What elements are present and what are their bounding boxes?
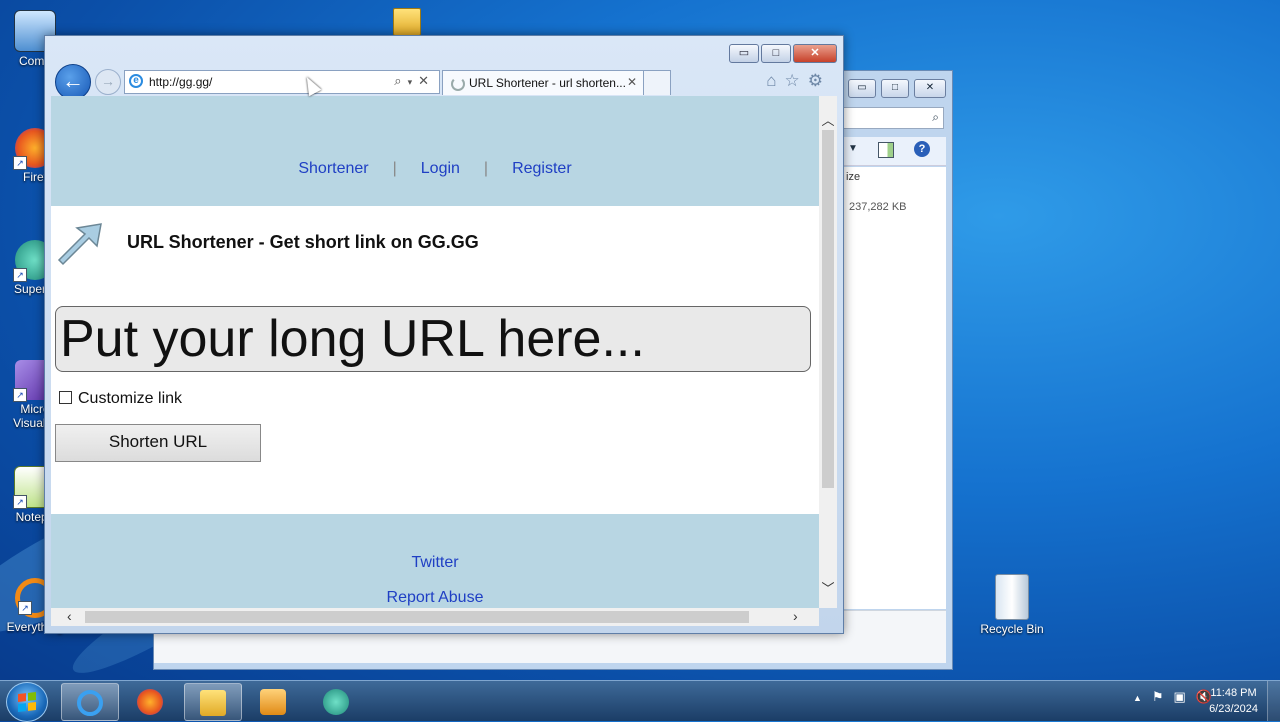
scroll-down-icon[interactable]: ﹀: [819, 578, 837, 597]
media-player-icon: [260, 689, 286, 715]
browser-tools: ⌂☆⚙: [766, 71, 831, 91]
page-title: URL Shortener - Get short link on GG.GG: [127, 232, 479, 252]
windows-logo-icon: [18, 692, 36, 712]
folder-icon[interactable]: [393, 8, 421, 36]
show-hidden-icons-icon[interactable]: ▲: [1133, 693, 1152, 703]
desktop-icon-label: Recycle Bin: [980, 622, 1044, 636]
nav-link-shortener[interactable]: Shortener: [298, 160, 368, 177]
file-size-value: 237,282 KB: [849, 201, 907, 213]
explorer-minimize-button[interactable]: ▭: [848, 79, 876, 98]
help-icon[interactable]: ?: [914, 141, 930, 157]
taskbar-explorer-button[interactable]: [184, 683, 242, 721]
taskbar-app-button[interactable]: [308, 683, 364, 719]
folder-icon: [200, 690, 226, 716]
chevron-down-icon[interactable]: ▾: [408, 77, 419, 87]
shortcut-arrow-icon: ↗: [13, 156, 27, 170]
explorer-maximize-button[interactable]: □: [881, 79, 909, 98]
arrow-left-icon: ←: [62, 68, 84, 93]
scroll-up-icon[interactable]: ︿: [819, 110, 837, 129]
preview-pane-icon[interactable]: [878, 142, 894, 158]
address-bar[interactable]: e http://gg.gg/ ⌕▾✕: [124, 70, 440, 94]
footer-link-twitter[interactable]: Twitter: [51, 554, 819, 572]
scroll-left-icon[interactable]: ‹: [67, 608, 72, 624]
show-desktop-button[interactable]: [1267, 681, 1280, 721]
new-tab-button[interactable]: [643, 70, 671, 95]
app-icon: [323, 689, 349, 715]
shortcut-arrow-icon: ↗: [13, 495, 27, 509]
customize-link-option[interactable]: Customize link: [59, 390, 182, 408]
ie-logo-icon: e: [129, 74, 143, 88]
taskbar: ▲⚑▣🔇 11:48 PM 6/23/2024: [0, 680, 1280, 722]
shortcut-arrow-icon: ↗: [13, 268, 27, 282]
taskbar-media-player-button[interactable]: [245, 683, 301, 719]
gear-icon[interactable]: ⚙: [808, 71, 831, 90]
favorites-star-icon[interactable]: ☆: [785, 71, 808, 90]
firefox-icon: [137, 689, 163, 715]
shorten-url-button[interactable]: Shorten URL: [55, 424, 261, 462]
footer-link-report-abuse[interactable]: Report Abuse: [51, 589, 819, 607]
explorer-search-box[interactable]: ⌕: [832, 107, 944, 129]
ie-window[interactable]: ▭ □ ✕ ← → e http://gg.gg/ ⌕▾✕ URL Shorte…: [44, 35, 844, 634]
explorer-close-button[interactable]: ✕: [914, 79, 946, 98]
arrow-right-icon: →: [101, 73, 115, 89]
taskbar-clock[interactable]: 11:48 PM 6/23/2024: [1209, 685, 1258, 717]
horizontal-scrollbar[interactable]: ‹ ›: [51, 608, 819, 626]
address-actions: ⌕▾✕: [394, 73, 435, 89]
loading-spinner-icon: [451, 77, 465, 91]
horizontal-scroll-thumb[interactable]: [85, 611, 749, 623]
minimize-button[interactable]: ▭: [729, 44, 759, 63]
chevron-down-icon[interactable]: ▼: [848, 143, 858, 154]
taskbar-firefox-button[interactable]: [122, 683, 178, 719]
nav-separator: |: [392, 160, 397, 177]
customize-link-checkbox[interactable]: [59, 391, 72, 404]
home-icon[interactable]: ⌂: [766, 71, 784, 90]
customize-link-label: Customize link: [78, 390, 183, 407]
taskbar-ie-button[interactable]: [61, 683, 119, 721]
back-button[interactable]: ←: [55, 64, 91, 100]
clock-time: 11:48 PM: [1210, 687, 1257, 699]
forward-button[interactable]: →: [95, 69, 121, 95]
page-viewport[interactable]: Shortener | Login | Register URL Shortener -…: [51, 96, 819, 608]
nav-link-register[interactable]: Register: [512, 160, 572, 177]
desktop-icon-recycle-bin[interactable]: Recycle Bin: [973, 574, 1051, 636]
action-center-flag-icon[interactable]: ⚑: [1152, 689, 1174, 704]
window-caption-buttons: ▭ □ ✕: [729, 44, 837, 63]
nav-link-login[interactable]: Login: [421, 160, 460, 177]
maximize-button[interactable]: □: [761, 44, 791, 63]
network-icon[interactable]: ▣: [1174, 689, 1196, 704]
site-header: Shortener | Login | Register: [51, 96, 819, 206]
ie-icon: [77, 690, 103, 716]
shortcut-arrow-icon: ↗: [18, 601, 32, 615]
explorer-toolbar: ▼ ?: [844, 137, 946, 166]
vertical-scrollbar[interactable]: ︿ ﹀: [819, 96, 837, 608]
shortcut-arrow-icon: ↗: [13, 388, 27, 402]
tab-title: URL Shortener - url shorten...: [469, 76, 626, 90]
scroll-right-icon[interactable]: ›: [793, 608, 798, 624]
long-url-input[interactable]: Put your long URL here...: [55, 306, 811, 372]
site-logo-arrow-icon: [57, 223, 102, 266]
nav-separator: |: [483, 160, 489, 177]
start-button[interactable]: [6, 682, 48, 722]
recycle-bin-icon: [995, 574, 1029, 620]
browser-tab[interactable]: URL Shortener - url shorten... ✕: [442, 70, 644, 95]
search-icon: ⌕: [932, 110, 939, 124]
column-header-size[interactable]: ize: [846, 171, 860, 183]
tab-close-icon[interactable]: ✕: [627, 75, 637, 89]
site-nav: Shortener | Login | Register: [51, 160, 819, 178]
clock-date: 6/23/2024: [1209, 703, 1258, 715]
vertical-scroll-thumb[interactable]: [822, 130, 834, 488]
close-button[interactable]: ✕: [793, 44, 837, 63]
address-url: http://gg.gg/: [149, 75, 213, 89]
site-footer: Twitter Report Abuse: [51, 514, 819, 608]
stop-icon[interactable]: ✕: [418, 73, 435, 88]
search-icon[interactable]: ⌕: [394, 73, 407, 88]
